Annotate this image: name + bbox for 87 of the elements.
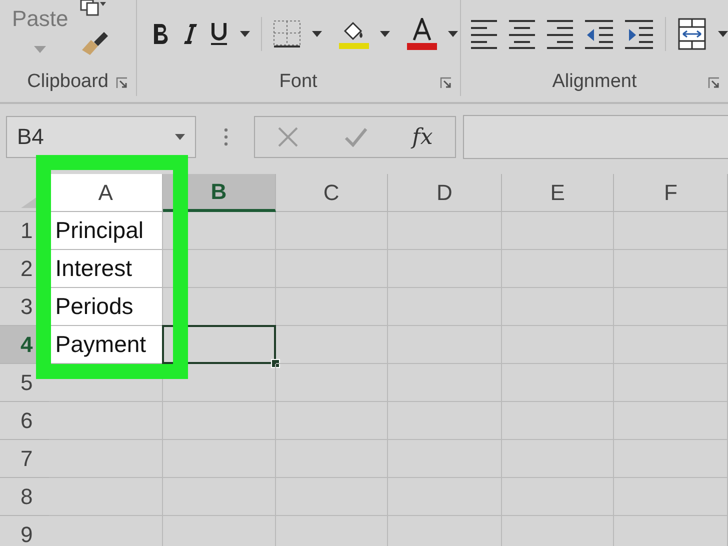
table-cell[interactable] — [49, 402, 163, 440]
table-cell[interactable] — [502, 288, 614, 326]
row-header[interactable]: 9 — [0, 516, 50, 546]
cancel-icon[interactable] — [277, 126, 300, 148]
increase-indent-icon[interactable] — [625, 19, 653, 49]
fill-color-icon[interactable] — [338, 19, 369, 49]
table-cell[interactable] — [276, 478, 388, 516]
column-header[interactable]: D — [388, 174, 502, 212]
table-cell[interactable] — [614, 288, 728, 326]
row-header[interactable]: 7 — [0, 440, 50, 478]
table-cell[interactable] — [614, 402, 728, 440]
brush-icon[interactable] — [80, 30, 110, 56]
table-cell[interactable] — [502, 478, 614, 516]
column-header[interactable]: F — [614, 174, 728, 212]
table-cell[interactable] — [276, 212, 388, 250]
table-cell[interactable] — [276, 402, 388, 440]
row-header[interactable]: 1 — [0, 212, 50, 250]
column-header[interactable]: A — [49, 174, 163, 212]
group-label: Clipboard — [27, 71, 108, 93]
row-header[interactable]: 6 — [0, 402, 50, 440]
table-cell[interactable] — [388, 364, 502, 402]
decrease-indent-icon[interactable] — [585, 19, 613, 49]
row-header[interactable]: 8 — [0, 478, 50, 516]
copy-icon[interactable] — [80, 0, 106, 16]
table-cell[interactable] — [276, 440, 388, 478]
table-cell[interactable] — [162, 440, 276, 478]
caret-icon[interactable] — [312, 31, 322, 37]
table-cell[interactable] — [276, 364, 388, 402]
caret-icon[interactable] — [380, 31, 390, 37]
table-cell[interactable] — [502, 326, 614, 364]
group-label: Alignment — [552, 71, 637, 93]
table-cell[interactable] — [614, 478, 728, 516]
underline-icon[interactable] — [208, 22, 229, 46]
table-cell[interactable] — [502, 402, 614, 440]
merge-cells-icon[interactable] — [678, 18, 706, 50]
table-cell[interactable] — [388, 402, 502, 440]
table-cell[interactable] — [388, 440, 502, 478]
dialog-launcher-icon[interactable] — [440, 77, 452, 89]
table-cell[interactable] — [49, 478, 163, 516]
table-cell[interactable] — [388, 288, 502, 326]
table-cell[interactable] — [614, 364, 728, 402]
dialog-launcher-icon[interactable] — [708, 77, 720, 89]
row-header[interactable]: 5 — [0, 364, 50, 402]
table-cell[interactable] — [614, 326, 728, 364]
table-cell[interactable] — [388, 478, 502, 516]
table-cell[interactable] — [388, 212, 502, 250]
table-cell[interactable] — [162, 212, 276, 250]
grip-icon — [224, 128, 228, 146]
table-cell[interactable] — [276, 326, 388, 364]
italic-icon[interactable] — [182, 23, 198, 45]
table-cell[interactable] — [162, 250, 276, 288]
check-icon[interactable] — [344, 127, 368, 147]
table-cell[interactable] — [502, 250, 614, 288]
table-cell[interactable]: Interest — [49, 250, 163, 288]
row-header[interactable]: 2 — [0, 250, 50, 288]
align-right-icon[interactable] — [547, 19, 573, 49]
table-cell[interactable] — [614, 212, 728, 250]
caret-icon[interactable] — [448, 31, 458, 37]
table-cell[interactable] — [276, 250, 388, 288]
table-cell[interactable] — [502, 212, 614, 250]
group-label: Font — [279, 71, 318, 93]
table-cell[interactable] — [49, 440, 163, 478]
table-cell[interactable] — [162, 478, 276, 516]
caret-icon[interactable] — [240, 31, 250, 37]
borders-icon[interactable] — [272, 20, 301, 48]
column-header[interactable]: C — [276, 174, 388, 212]
insert-function-button[interactable]: fx — [412, 124, 433, 150]
table-cell[interactable] — [614, 440, 728, 478]
table-cell[interactable] — [388, 250, 502, 288]
align-left-icon[interactable] — [471, 19, 497, 49]
dialog-launcher-icon[interactable] — [116, 77, 128, 89]
column-header[interactable]: E — [502, 174, 614, 212]
table-cell[interactable] — [502, 440, 614, 478]
font-color-icon[interactable] — [406, 18, 437, 50]
table-cell[interactable] — [502, 364, 614, 402]
table-cell[interactable] — [614, 250, 728, 288]
table-cell[interactable] — [162, 402, 276, 440]
formula-input[interactable] — [463, 115, 728, 159]
table-cell[interactable] — [276, 288, 388, 326]
table-cell[interactable]: Principal — [49, 212, 163, 250]
table-cell[interactable] — [162, 364, 276, 402]
caret-icon[interactable] — [718, 31, 728, 37]
table-cell[interactable]: Payment — [49, 326, 163, 364]
align-center-icon[interactable] — [509, 19, 535, 49]
table-cell[interactable] — [388, 326, 502, 364]
table-cell[interactable]: Periods — [49, 288, 163, 326]
name-box[interactable]: B4 — [6, 116, 196, 158]
